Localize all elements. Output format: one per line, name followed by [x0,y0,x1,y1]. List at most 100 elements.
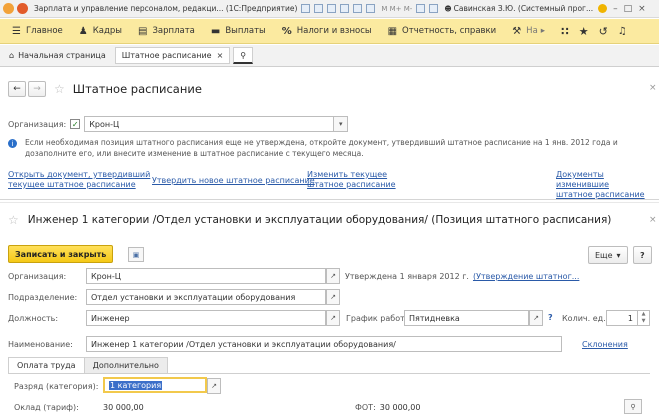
star-icon[interactable]: ★ [579,25,589,38]
minimize-icon[interactable]: – [613,4,618,14]
fot-info: ФОТ: 30 000,00 [355,403,420,412]
report-icon: ▦ [387,25,398,37]
calculator-icon[interactable] [366,4,376,13]
link-change-current[interactable]: Изменить текущее штатное расписание [307,170,396,190]
window-icon[interactable] [429,4,439,13]
close-position-form-icon[interactable]: × [649,215,657,225]
preview-icon[interactable] [327,4,337,13]
position-input[interactable]: Инженер [86,310,326,326]
close-form-icon[interactable]: × [649,83,657,93]
tab-staffing[interactable]: Штатное расписание × [114,47,231,64]
name-input[interactable]: Инженер 1 категории /Отдел установки и э… [86,336,562,352]
save-and-close-button[interactable]: Записать и закрыть [8,245,114,263]
approved-link[interactable]: (Утверждение штатног... [473,272,579,281]
maximize-icon[interactable]: □ [624,4,633,14]
print-icon[interactable] [314,4,324,13]
count-stepper[interactable]: ▲ ▼ [638,310,650,326]
percent-icon: % [281,25,292,37]
section-label: Кадры [92,26,122,36]
section-hr[interactable]: ♟ Кадры [79,26,122,37]
forward-button[interactable]: → [28,81,46,97]
info-icon[interactable] [598,4,608,13]
link-line: Документы изменившие [556,170,609,189]
history-icon[interactable]: ↺ [599,25,608,38]
grade-open-button[interactable]: ↗ [207,378,221,394]
save-icon[interactable] [340,4,350,13]
position-open-button[interactable]: ↗ [326,310,340,326]
save-button[interactable]: ▣ [128,247,144,262]
page-title: Штатное расписание [72,82,202,96]
app-menu-icon[interactable] [17,3,28,14]
home-icon: ⌂ [9,51,15,60]
tab-bar: ⌂ Начальная страница Штатное расписание … [0,45,659,67]
tab-home[interactable]: ⌂ Начальная страница [3,47,112,64]
tab-extra[interactable]: Дополнительно [83,357,168,374]
schedule-open-button[interactable]: ↗ [529,310,543,326]
section-payments[interactable]: ▬ Выплаты [211,26,266,37]
window-titlebar: Зарплата и управление персоналом, редакц… [0,0,659,18]
help-question-icon[interactable]: ? [548,313,553,322]
menu-icon: ☰ [12,25,21,37]
favorite-star-icon[interactable]: ☆ [8,213,19,227]
notice-text: Если необходимая позиция штатного распис… [25,138,618,158]
org-label: Организация: [8,272,67,281]
grade-input[interactable]: 1 категория [103,377,207,393]
count-input[interactable]: 1 [606,310,638,326]
bell-icon[interactable]: ♫ [618,26,627,37]
tab-pay[interactable]: Оплата труда [8,357,85,374]
zoom-icon[interactable] [416,4,426,13]
section-reports[interactable]: ▦ Отчетность, справки [388,26,497,37]
help-button[interactable]: ? [633,246,652,264]
schedule-value: Пятидневка [409,313,460,323]
approved-text: Утверждена 1 января 2012 г. [345,272,469,281]
declension-link[interactable]: Склонения [582,340,628,349]
link-approve-new[interactable]: Утвердить новое штатное расписание [152,176,315,185]
doc-icon: ▤ [138,25,148,37]
search-button[interactable]: ⚲ [624,399,642,414]
more-button[interactable]: Еще ▾ [588,246,628,264]
section-main[interactable]: ☰ Главное [12,26,63,37]
grade-label: Разряд (категория): [14,382,99,391]
position-form-header: ☆ Инженер 1 категории /Отдел установки и… [8,213,611,227]
fot-label: ФОТ: [355,403,376,412]
name-value: Инженер 1 категории /Отдел установки и э… [91,339,396,349]
toolbar-icon[interactable] [301,4,311,13]
position-value: Инженер [91,313,130,323]
form-separator [0,202,659,203]
link-line: текущее штатное расписание [8,180,136,189]
org-label: Организация: [8,119,67,129]
link-line: Открыть документ, утвердивший [8,170,151,179]
dept-input[interactable]: Отдел установки и эксплуатации оборудова… [86,289,326,305]
link-change-documents[interactable]: Документы изменившие штатное расписание [556,170,659,200]
memory-icons[interactable]: M M+ M- [381,5,412,13]
link-line: Изменить текущее [307,170,388,179]
back-button[interactable]: ← [8,81,26,97]
arrow-left-icon: ← [13,84,21,94]
grid-icon[interactable]: ∷ [561,25,569,38]
org-input[interactable]: Крон-Ц [86,268,326,284]
dept-open-button[interactable]: ↗ [326,289,340,305]
floppy-icon: ▣ [132,250,140,259]
org-dropdown-button[interactable]: ▾ [334,116,349,132]
section-settings[interactable]: ⚒ На ▸ [512,26,545,37]
org-open-button[interactable]: ↗ [326,268,340,284]
org-checkbox[interactable]: ✓ [70,119,81,129]
name-label: Наименование: [8,340,73,349]
close-tab-icon[interactable]: × [217,51,224,60]
calendar-icon[interactable] [353,4,363,13]
grade-value: 1 категория [109,380,163,390]
more-label: Еще [595,250,613,260]
favorite-star-icon[interactable]: ☆ [54,82,65,96]
section-taxes[interactable]: % Налоги и взносы [282,26,372,37]
section-salary[interactable]: ▤ Зарплата [138,26,195,37]
link-open-document[interactable]: Открыть документ, утвердивший текущее шт… [8,170,150,190]
close-window-icon[interactable]: × [638,4,646,14]
subtab-bar: Оплата труда Дополнительно [8,357,168,374]
user-name: Савинская З.Ю. (Системный прог... [453,4,594,13]
form-title: Инженер 1 категории /Отдел установки и э… [27,214,612,226]
pin-tab[interactable]: ⚲ [233,47,254,64]
search-icon: ⚲ [630,402,636,411]
schedule-input[interactable]: Пятидневка [404,310,529,326]
org-input[interactable]: Крон-Ц [84,116,335,132]
salary-label: Оклад (тариф): [14,403,79,412]
